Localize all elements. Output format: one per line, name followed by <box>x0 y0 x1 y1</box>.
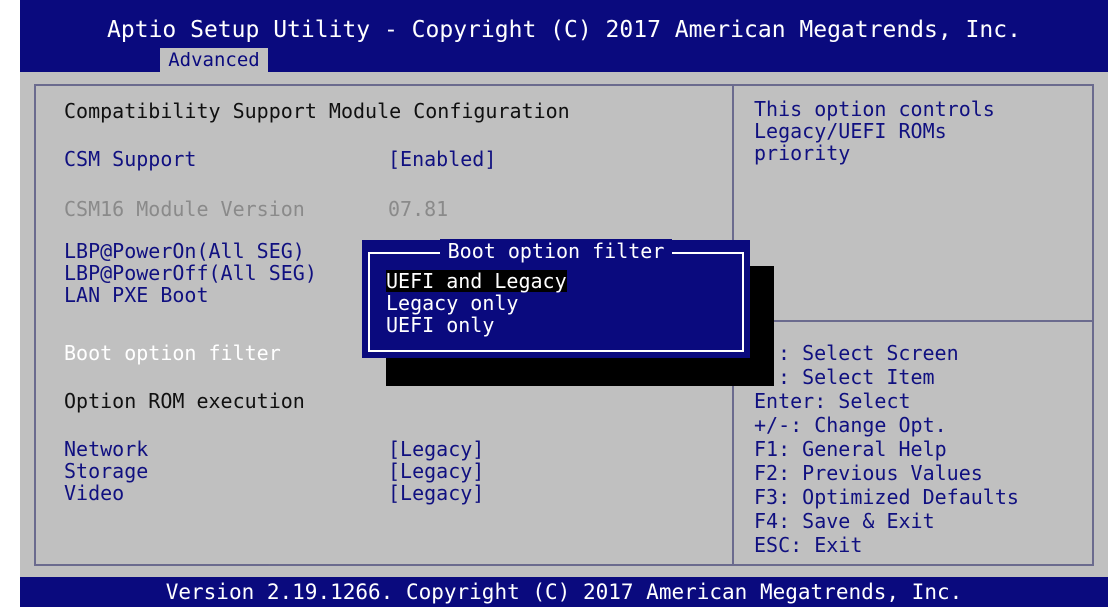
key-f1: F1: General Help <box>754 437 947 461</box>
help-line-2: Legacy/UEFI ROMs <box>754 119 947 143</box>
key-f2: F2: Previous Values <box>754 461 983 485</box>
help-line-3: priority <box>754 141 851 165</box>
boot-option-popup: Boot option filter UEFI and Legacy Legac… <box>362 239 750 358</box>
lan-pxe-boot-label[interactable]: LAN PXE Boot <box>64 284 209 306</box>
window-title: Aptio Setup Utility - Copyright (C) 2017… <box>107 17 1021 43</box>
section-heading: Compatibility Support Module Configurati… <box>64 99 570 123</box>
key-select-item: : Select Item <box>778 365 935 389</box>
key-esc: ESC: Exit <box>754 533 863 557</box>
popup-option-uefi-and-legacy[interactable]: UEFI and Legacy <box>386 270 567 292</box>
key-change-opt: +/-: Change Opt. <box>754 413 947 437</box>
popup-option-legacy-only[interactable]: Legacy only <box>386 292 518 314</box>
key-enter: Enter: Select <box>754 389 911 413</box>
footer-version: Version 2.19.1266. Copyright (C) 2017 Am… <box>165 580 963 604</box>
lbp-poweroff-label[interactable]: LBP@PowerOff(All SEG) <box>64 262 317 284</box>
storage-value[interactable]: [Legacy] <box>388 460 484 482</box>
popup-title-text: Boot option filter <box>439 239 673 263</box>
key-select-screen: : Select Screen <box>778 341 959 365</box>
option-rom-heading: Option ROM execution <box>64 389 305 413</box>
csm16-version-label: CSM16 Module Version <box>64 197 305 221</box>
storage-label[interactable]: Storage <box>64 460 148 482</box>
tab-advanced[interactable]: Advanced <box>160 48 268 72</box>
main-panel: Compatibility Support Module Configurati… <box>20 72 1108 577</box>
video-value[interactable]: [Legacy] <box>388 482 484 504</box>
video-label[interactable]: Video <box>64 482 124 504</box>
csm-support-label[interactable]: CSM Support <box>64 148 196 170</box>
bios-screen: Aptio Setup Utility - Copyright (C) 2017… <box>20 0 1108 607</box>
boot-option-filter-label[interactable]: Boot option filter <box>64 342 281 364</box>
lbp-poweron-label[interactable]: LBP@PowerOn(All SEG) <box>64 240 305 262</box>
help-divider <box>734 320 1094 322</box>
key-f4: F4: Save & Exit <box>754 509 935 533</box>
help-line-1: This option controls <box>754 97 995 121</box>
csm-support-value[interactable]: [Enabled] <box>388 148 496 170</box>
popup-title: Boot option filter <box>362 239 750 263</box>
network-value[interactable]: [Legacy] <box>388 438 484 460</box>
csm16-version-value: 07.81 <box>388 197 449 221</box>
key-f3: F3: Optimized Defaults <box>754 485 1019 509</box>
network-label[interactable]: Network <box>64 438 148 460</box>
popup-option-uefi-only[interactable]: UEFI only <box>386 314 494 336</box>
